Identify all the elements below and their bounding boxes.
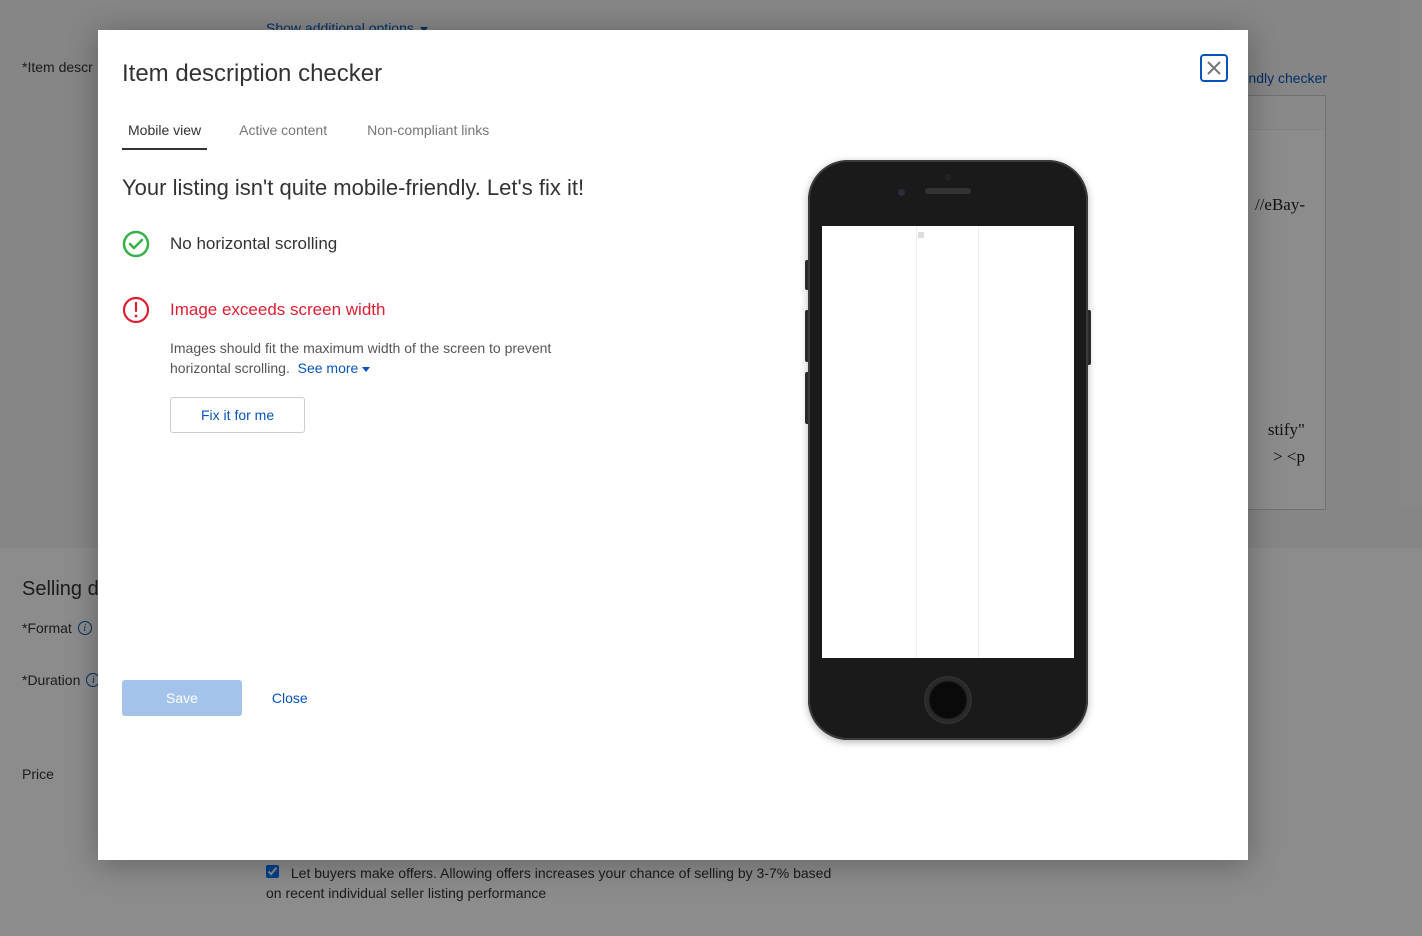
save-button[interactable]: Save (122, 680, 242, 716)
phone-camera (898, 189, 905, 196)
modal-heading: Your listing isn't quite mobile-friendly… (122, 175, 584, 201)
check-err-description: Images should fit the maximum width of t… (170, 338, 610, 379)
phone-screen (822, 226, 1074, 658)
phone-home-button (924, 676, 972, 724)
phone-screen-mark (918, 232, 924, 238)
modal-title: Item description checker (122, 60, 382, 88)
alert-icon (122, 296, 150, 324)
tab-non-compliant-links[interactable]: Non-compliant links (359, 116, 497, 150)
check-no-horizontal-scroll: No horizontal scrolling (122, 230, 337, 258)
close-link[interactable]: Close (272, 690, 308, 706)
checkmark-icon (122, 230, 150, 258)
fix-it-button[interactable]: Fix it for me (170, 397, 305, 433)
phone-screen-line-2 (978, 226, 979, 658)
check-err-title: Image exceeds screen width (170, 296, 610, 324)
tab-active-content[interactable]: Active content (231, 116, 335, 150)
see-more-link[interactable]: See more (298, 360, 371, 376)
check-ok-title: No horizontal scrolling (170, 230, 337, 258)
close-icon (1207, 61, 1221, 75)
phone-sensor (945, 174, 952, 181)
phone-screen-line-1 (916, 226, 917, 658)
phone-speaker (925, 188, 971, 194)
modal-tabs: Mobile view Active content Non-compliant… (122, 116, 497, 150)
phone-side-button (1088, 310, 1091, 365)
description-checker-modal: Item description checker Mobile view Act… (98, 30, 1248, 860)
close-button[interactable] (1200, 54, 1228, 82)
modal-footer: Save Close (122, 680, 308, 716)
check-image-width: Image exceeds screen width Images should… (122, 296, 610, 433)
tab-mobile-view[interactable]: Mobile view (122, 116, 207, 150)
phone-mockup (808, 160, 1088, 740)
